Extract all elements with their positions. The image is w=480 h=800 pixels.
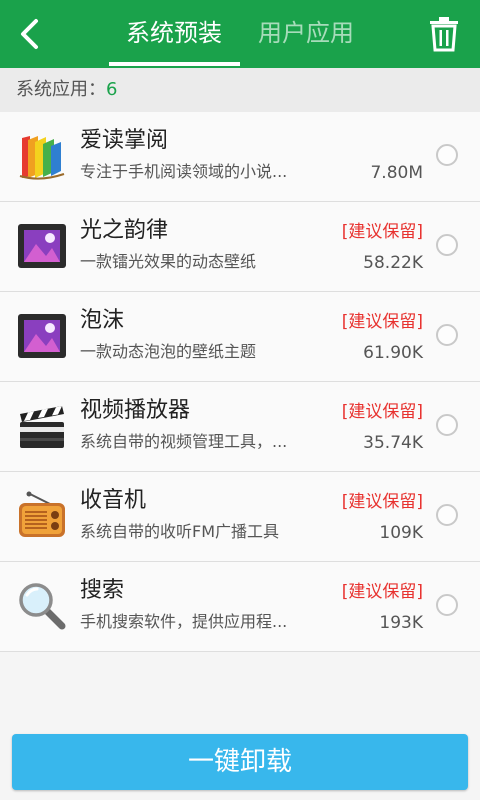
app-name: 视频播放器 — [80, 398, 191, 423]
app-description: 一款镭光效果的动态壁纸 — [80, 252, 257, 271]
app-size: 58.22K — [363, 253, 423, 273]
list-item[interactable]: 光之韵律 [建议保留] 一款镭光效果的动态壁纸 58.22K — [0, 202, 480, 292]
summary-bar: 系统应用：6 — [0, 68, 480, 113]
trash-icon[interactable] — [420, 10, 468, 58]
keep-recommended-tag: [建议保留] — [341, 402, 423, 422]
app-name: 搜索 — [80, 578, 125, 603]
system-app-count-label: 系统应用：6 — [16, 78, 117, 102]
tab-user-apps[interactable]: 用户应用 — [246, 15, 366, 51]
app-size: 61.90K — [363, 343, 423, 363]
app-size: 193K — [379, 613, 423, 633]
app-size: 7.80M — [370, 163, 423, 183]
list-item[interactable]: 泡沫 [建议保留] 一款动态泡泡的壁纸主题 61.90K — [0, 292, 480, 382]
tab-system-preinstalled[interactable]: 系统预装 — [104, 15, 244, 51]
app-size: 109K — [379, 523, 423, 543]
app-name: 泡沫 — [80, 308, 125, 333]
app-description: 一款动态泡泡的壁纸主题 — [80, 342, 257, 361]
book-icon — [19, 136, 65, 180]
select-radio[interactable] — [436, 234, 458, 256]
top-bar: 系统预装 用户应用 — [0, 0, 480, 68]
app-name: 爱读掌阅 — [80, 128, 169, 153]
select-radio[interactable] — [436, 414, 458, 436]
app-description: 系统自带的视频管理工具，... — [80, 432, 288, 451]
list-item[interactable]: 视频播放器 [建议保留] 系统自带的视频管理工具，... 35.74K — [0, 382, 480, 472]
keep-recommended-tag: [建议保留] — [341, 492, 423, 512]
uninstall-all-button[interactable]: 一键卸载 — [12, 734, 468, 790]
picture-icon — [18, 224, 66, 268]
app-description: 手机搜索软件，提供应用程... — [80, 612, 288, 631]
keep-recommended-tag: [建议保留] — [341, 312, 423, 332]
list-item[interactable]: 搜索 [建议保留] 手机搜索软件，提供应用程... 193K — [0, 562, 480, 652]
app-list: 爱读掌阅 专注于手机阅读领域的小说... 7.80M 光之韵律 [建议保留] 一… — [0, 112, 480, 652]
chevron-left-icon[interactable] — [6, 10, 54, 58]
select-radio[interactable] — [436, 594, 458, 616]
keep-recommended-tag: [建议保留] — [341, 222, 423, 242]
summary-count: 6 — [106, 79, 118, 100]
active-tab-indicator — [109, 62, 240, 66]
select-radio[interactable] — [436, 144, 458, 166]
summary-label: 系统应用： — [16, 79, 106, 100]
app-description: 系统自带的收听FM广播工具 — [80, 522, 280, 541]
picture-icon — [18, 314, 66, 358]
app-name: 光之韵律 — [80, 218, 169, 243]
keep-recommended-tag: [建议保留] — [341, 582, 423, 602]
app-size: 35.74K — [363, 433, 423, 453]
list-item[interactable]: 爱读掌阅 专注于手机阅读领域的小说... 7.80M — [0, 112, 480, 202]
radio-icon — [19, 491, 65, 537]
clapperboard-icon — [20, 406, 64, 448]
select-radio[interactable] — [436, 324, 458, 346]
app-name: 收音机 — [80, 488, 147, 513]
list-item[interactable]: 收音机 [建议保留] 系统自带的收听FM广播工具 109K — [0, 472, 480, 562]
app-description: 专注于手机阅读领域的小说... — [80, 162, 288, 181]
magnifier-icon — [19, 583, 66, 630]
select-radio[interactable] — [436, 504, 458, 526]
